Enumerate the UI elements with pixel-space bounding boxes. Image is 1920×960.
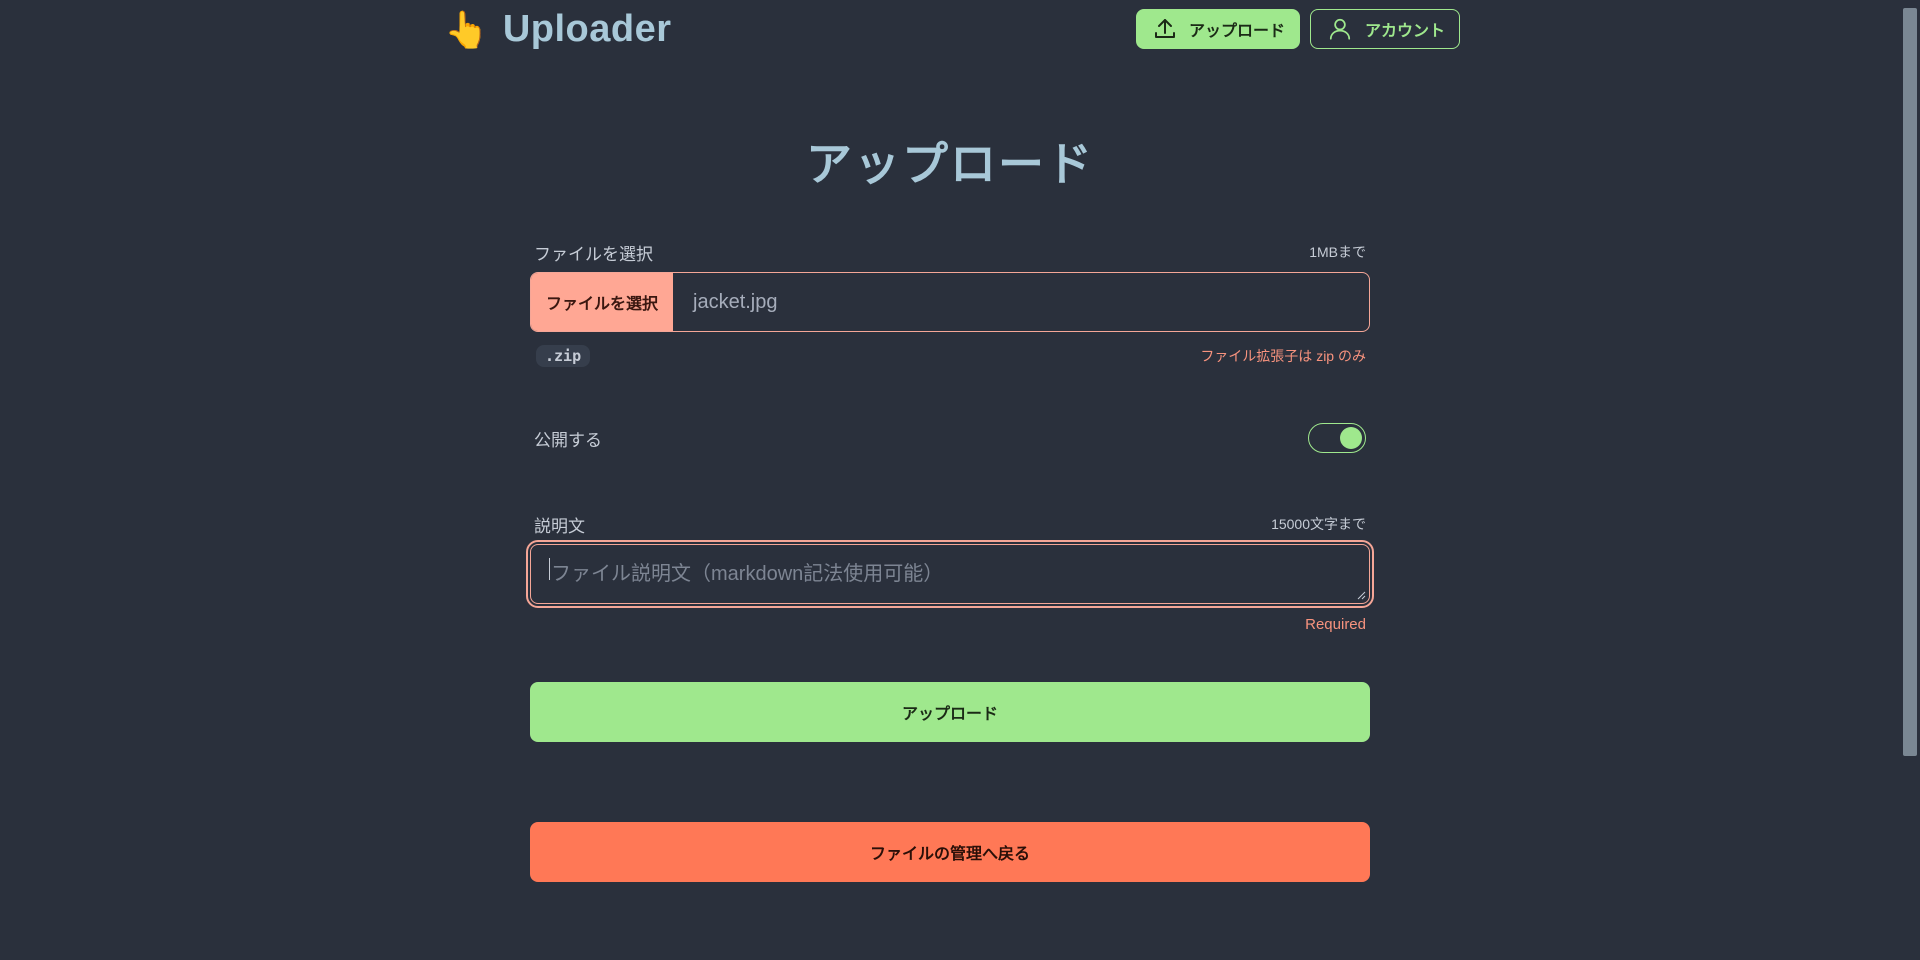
file-label: ファイルを選択 — [534, 244, 653, 264]
public-toggle-row: 公開する — [530, 420, 1370, 456]
description-textarea[interactable]: ファイル説明文（markdown記法使用可能） — [526, 540, 1374, 608]
file-input[interactable]: ファイルを選択 jacket.jpg — [530, 272, 1370, 332]
page-title: アップロード — [806, 138, 1094, 190]
description-label: 説明文 — [534, 516, 585, 536]
toggle-knob — [1340, 427, 1362, 449]
vertical-scrollbar[interactable] — [1900, 0, 1920, 960]
text-caret — [549, 558, 550, 580]
public-toggle[interactable] — [1308, 423, 1366, 453]
brand-name: Uploader — [502, 8, 672, 50]
description-error-message: Required — [1305, 616, 1366, 633]
description-placeholder: ファイル説明文（markdown記法使用可能） — [551, 563, 944, 585]
scrollbar-thumb[interactable] — [1903, 8, 1917, 756]
file-error-message: ファイル拡張子は zip のみ — [1200, 348, 1366, 364]
brand-link[interactable]: 👆 Uploader — [444, 8, 672, 51]
header-nav: アップロード アカウント — [1135, 9, 1460, 49]
description-char-limit: 15000文字まで — [1271, 516, 1366, 532]
upload-submit-button[interactable]: アップロード — [530, 682, 1370, 742]
pointing-hand-icon: 👆 — [444, 8, 489, 50]
page: 👆 Uploader アップロード アカウント アップロード ファイルを選択 1… — [0, 0, 1920, 960]
nav-account-label: アカウント — [1364, 23, 1445, 40]
user-icon — [1327, 16, 1353, 42]
description-input[interactable]: ファイル説明文（markdown記法使用可能） — [531, 545, 1369, 603]
upload-form: アップロード ファイルを選択 1MBまで ファイルを選択 jacket.jpg … — [526, 120, 1374, 882]
upload-icon — [1153, 17, 1177, 41]
resize-handle-icon[interactable] — [1356, 590, 1366, 600]
description-label-row: 説明文 15000文字まで — [530, 512, 1370, 536]
file-size-limit: 1MBまで — [1309, 244, 1366, 260]
file-label-row: ファイルを選択 1MBまで — [530, 240, 1370, 264]
nav-account-button[interactable]: アカウント — [1309, 9, 1460, 49]
file-helper-row: .zip ファイル拡張子は zip のみ — [530, 344, 1370, 368]
choose-file-button[interactable]: ファイルを選択 — [531, 273, 673, 331]
allowed-extension-badge: .zip — [536, 345, 591, 367]
header: 👆 Uploader アップロード アカウント — [444, 0, 1460, 60]
nav-upload-button[interactable]: アップロード — [1135, 9, 1300, 49]
selected-file-name: jacket.jpg — [693, 290, 778, 313]
nav-upload-label: アップロード — [1188, 23, 1285, 40]
back-to-file-management-button[interactable]: ファイルの管理へ戻る — [530, 822, 1370, 882]
public-label: 公開する — [534, 430, 602, 450]
